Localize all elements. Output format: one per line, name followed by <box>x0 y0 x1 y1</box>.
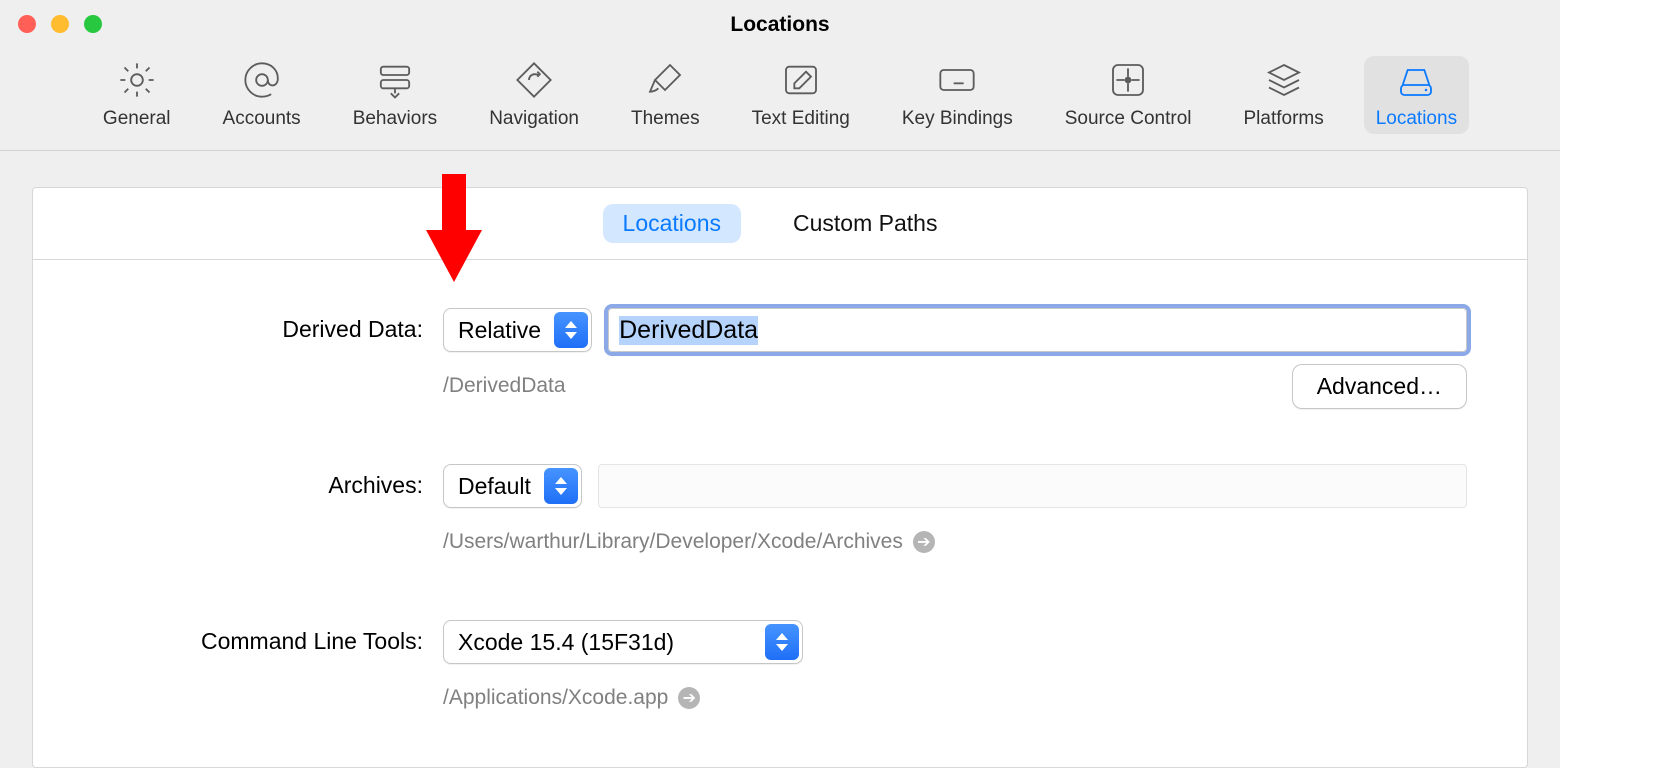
tab-label: Themes <box>631 108 700 130</box>
reveal-in-finder-icon[interactable]: ➔ <box>913 531 935 553</box>
tab-label: Navigation <box>489 108 579 130</box>
archives-path-input[interactable] <box>598 464 1467 508</box>
window-controls <box>18 15 102 33</box>
segmented-control: Locations Custom Paths <box>33 188 1527 260</box>
derived-data-label: Derived Data: <box>93 308 423 343</box>
locations-form: Derived Data: Relative DerivedData /Deri… <box>33 260 1527 768</box>
clt-resolved-path: /Applications/Xcode.app <box>443 686 668 710</box>
tab-locations[interactable]: Locations <box>1364 56 1469 134</box>
tab-themes[interactable]: Themes <box>619 56 712 134</box>
at-icon <box>240 60 284 100</box>
tab-navigation[interactable]: Navigation <box>477 56 591 134</box>
chevron-up-down-icon <box>765 624 799 660</box>
titlebar: Locations <box>0 0 1560 50</box>
content-panel: Locations Custom Paths Derived Data: Rel… <box>32 187 1528 768</box>
chevron-up-down-icon <box>554 312 588 348</box>
derived-data-resolved-path: /DerivedData <box>443 374 566 398</box>
tab-label: Locations <box>1376 108 1457 130</box>
segment-locations[interactable]: Locations <box>603 204 741 243</box>
clt-select[interactable]: Xcode 15.4 (15F31d) <box>443 620 803 664</box>
tab-label: Text Editing <box>752 108 850 130</box>
close-window-button[interactable] <box>18 15 36 33</box>
node-icon <box>1106 60 1150 100</box>
minimize-window-button[interactable] <box>51 15 69 33</box>
tab-key-bindings[interactable]: Key Bindings <box>890 56 1025 134</box>
preferences-toolbar: General Accounts Behaviors Navigation Th… <box>0 50 1560 151</box>
window-title: Locations <box>730 13 829 37</box>
derived-data-mode-select[interactable]: Relative <box>443 308 592 352</box>
reveal-in-finder-icon[interactable]: ➔ <box>678 687 700 709</box>
select-value: Xcode 15.4 (15F31d) <box>458 629 674 656</box>
archives-label: Archives: <box>93 464 423 499</box>
row-archives: Archives: Default /Users/warthur/Library… <box>93 464 1467 564</box>
diamond-icon <box>512 60 556 100</box>
segment-custom-paths[interactable]: Custom Paths <box>773 204 957 243</box>
tab-label: Platforms <box>1243 108 1323 130</box>
advanced-button[interactable]: Advanced… <box>1292 364 1467 409</box>
tab-platforms[interactable]: Platforms <box>1231 56 1335 134</box>
archives-resolved-path: /Users/warthur/Library/Developer/Xcode/A… <box>443 530 903 554</box>
behaviors-icon <box>373 60 417 100</box>
tab-label: General <box>103 108 171 130</box>
derived-data-path-input[interactable]: DerivedData <box>608 308 1467 352</box>
tab-behaviors[interactable]: Behaviors <box>341 56 450 134</box>
select-value: Default <box>458 473 531 500</box>
tab-source-control[interactable]: Source Control <box>1053 56 1204 134</box>
tab-accounts[interactable]: Accounts <box>211 56 313 134</box>
disk-icon <box>1394 60 1438 100</box>
zoom-window-button[interactable] <box>84 15 102 33</box>
tab-general[interactable]: General <box>91 56 183 134</box>
tab-label: Key Bindings <box>902 108 1013 130</box>
row-derived-data: Derived Data: Relative DerivedData /Deri… <box>93 308 1467 408</box>
select-value: Relative <box>458 317 541 344</box>
layers-icon <box>1262 60 1306 100</box>
preferences-window: Locations General Accounts Behaviors Nav… <box>0 0 1560 768</box>
paintbrush-icon <box>643 60 687 100</box>
clt-label: Command Line Tools: <box>93 620 423 655</box>
tab-text-editing[interactable]: Text Editing <box>740 56 862 134</box>
keyboard-icon <box>935 60 979 100</box>
row-command-line-tools: Command Line Tools: Xcode 15.4 (15F31d) … <box>93 620 1467 720</box>
gear-icon <box>115 60 159 100</box>
chevron-up-down-icon <box>544 468 578 504</box>
tab-label: Accounts <box>223 108 301 130</box>
input-value: DerivedData <box>619 316 758 345</box>
tab-label: Source Control <box>1065 108 1192 130</box>
text-edit-icon <box>779 60 823 100</box>
archives-mode-select[interactable]: Default <box>443 464 582 508</box>
tab-label: Behaviors <box>353 108 438 130</box>
